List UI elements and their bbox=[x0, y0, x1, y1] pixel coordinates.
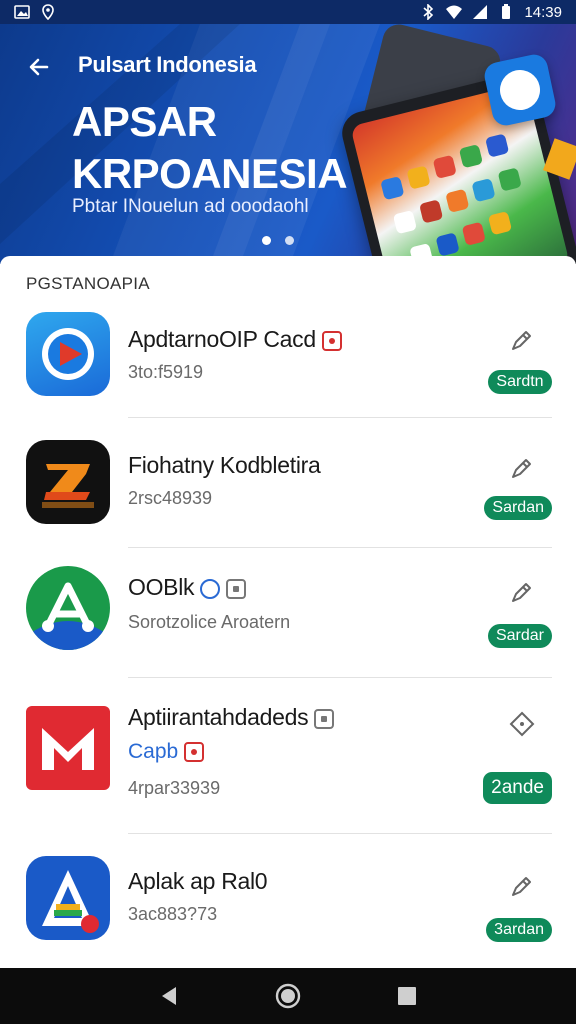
status-left bbox=[14, 4, 56, 20]
diamond-button[interactable] bbox=[506, 708, 538, 740]
app-meta: 3ac883?73 bbox=[128, 904, 218, 924]
phone-app-icon bbox=[435, 232, 460, 257]
pencil-link-icon bbox=[512, 331, 531, 350]
nav-home-button[interactable] bbox=[268, 976, 308, 1016]
diamond-icon bbox=[509, 711, 535, 737]
action-button[interactable]: Sardan bbox=[484, 496, 552, 520]
list-item[interactable]: Aplak ap Ral0 3ac883?73 3ardan bbox=[0, 834, 576, 968]
badge-tag-icon bbox=[184, 742, 205, 763]
phone-app-icon bbox=[487, 211, 513, 236]
battery-icon bbox=[502, 4, 511, 19]
pencil-link-icon bbox=[512, 877, 531, 896]
status-time: 14:39 bbox=[524, 3, 562, 21]
app-icon-red-m bbox=[26, 706, 110, 790]
list-item[interactable]: Aptiirantahdadeds Capb 4rpar33939 2ande bbox=[0, 678, 576, 834]
back-triangle-icon bbox=[162, 987, 177, 1005]
status-bar: 14:39 bbox=[0, 0, 576, 24]
phone-app-icon bbox=[458, 144, 484, 169]
phone-app-icon bbox=[461, 221, 486, 246]
status-right: 14:39 bbox=[420, 4, 562, 21]
hero-title: Pulsart Indonesia bbox=[78, 52, 257, 77]
app-icon-play bbox=[26, 312, 110, 396]
app-link[interactable]: Capb bbox=[128, 740, 205, 764]
recents-square-icon bbox=[397, 987, 416, 1005]
play-tag-icon bbox=[314, 708, 335, 729]
phone-app-icon bbox=[406, 165, 431, 190]
arrow-left-icon bbox=[29, 58, 49, 76]
nav-back-button[interactable] bbox=[149, 976, 189, 1016]
action-button[interactable]: Sardtn bbox=[488, 370, 552, 394]
edit-link-button[interactable] bbox=[506, 870, 538, 902]
hero-banner[interactable]: Pulsart Indonesia APSAR KRPOANESIA Pbtar… bbox=[0, 24, 576, 264]
pencil-link-icon bbox=[512, 583, 531, 602]
carousel-dot[interactable] bbox=[285, 236, 294, 245]
app-icon-blue-a bbox=[26, 856, 110, 940]
info-tag-icon bbox=[200, 578, 221, 599]
gallery-icon bbox=[14, 5, 30, 19]
action-button[interactable]: 3ardan bbox=[486, 918, 552, 942]
phone-app-icon bbox=[392, 210, 418, 235]
hero-heading: APSAR KRPOANESIA bbox=[72, 96, 348, 200]
app-name: ApdtarnoOIP Cacd bbox=[128, 326, 342, 353]
bluetooth-icon bbox=[423, 4, 434, 20]
signal-icon bbox=[473, 5, 488, 19]
wifi-icon bbox=[446, 5, 463, 19]
app-name: Aptiirantahdadeds bbox=[128, 704, 335, 731]
app-icon-dark bbox=[26, 440, 110, 524]
phone-app-icon bbox=[471, 178, 496, 203]
action-button[interactable]: Sardar bbox=[487, 624, 552, 648]
hero-heading-line2: KRPOANESIA bbox=[72, 150, 348, 197]
app-name: Aplak ap Ral0 bbox=[128, 868, 268, 894]
app-meta: Sorotzolice Aroatern bbox=[128, 612, 291, 632]
phone-app-icon bbox=[485, 133, 510, 158]
phone-app-icon bbox=[419, 199, 444, 224]
app-meta: 2rsc48939 bbox=[128, 488, 213, 508]
carousel-dot[interactable] bbox=[262, 236, 271, 245]
list-item[interactable]: Fiohatny Kodbletira 2rsc48939 Sardan bbox=[0, 418, 576, 548]
list-item[interactable]: OOBlk Sorotzolice Aroatern Sardar bbox=[0, 548, 576, 678]
pencil-link-icon bbox=[512, 459, 531, 478]
phone-app-icon bbox=[497, 167, 522, 192]
edit-link-button[interactable] bbox=[506, 576, 538, 608]
list-item[interactable]: ApdtarnoOIP Cacd 3to:f5919 Sardtn bbox=[0, 288, 576, 418]
navigation-bar bbox=[0, 968, 576, 1024]
edit-link-button[interactable] bbox=[506, 324, 538, 356]
home-circle-icon bbox=[275, 983, 301, 1009]
app-name: OOBlk bbox=[128, 574, 247, 601]
phone-app-icon bbox=[445, 188, 470, 213]
carousel-dots bbox=[262, 236, 294, 245]
phone-app-icon bbox=[380, 176, 405, 201]
location-icon bbox=[42, 4, 54, 20]
app-icon-green bbox=[26, 566, 110, 650]
hero-subtitle: Pbtar INouelun ad ooodaohl bbox=[72, 196, 309, 217]
back-button[interactable] bbox=[22, 50, 56, 84]
app-list-sheet: PGSTANOAPIA ApdtarnoOIP Cacd 3to:f5919 S… bbox=[0, 256, 576, 968]
app-meta: 3to:f5919 bbox=[128, 362, 204, 382]
phone-app-icon bbox=[432, 154, 457, 179]
action-button[interactable]: 2ande bbox=[483, 772, 552, 804]
hero-heading-line1: APSAR bbox=[72, 98, 217, 145]
app-store-logo-icon bbox=[482, 52, 558, 128]
app-meta: 4rpar33939 bbox=[128, 778, 221, 798]
verified-tag-icon bbox=[321, 330, 342, 351]
nav-recents-button[interactable] bbox=[387, 976, 427, 1016]
play-tag-icon bbox=[226, 578, 247, 599]
app-name: Fiohatny Kodbletira bbox=[128, 452, 321, 478]
edit-link-button[interactable] bbox=[506, 452, 538, 484]
